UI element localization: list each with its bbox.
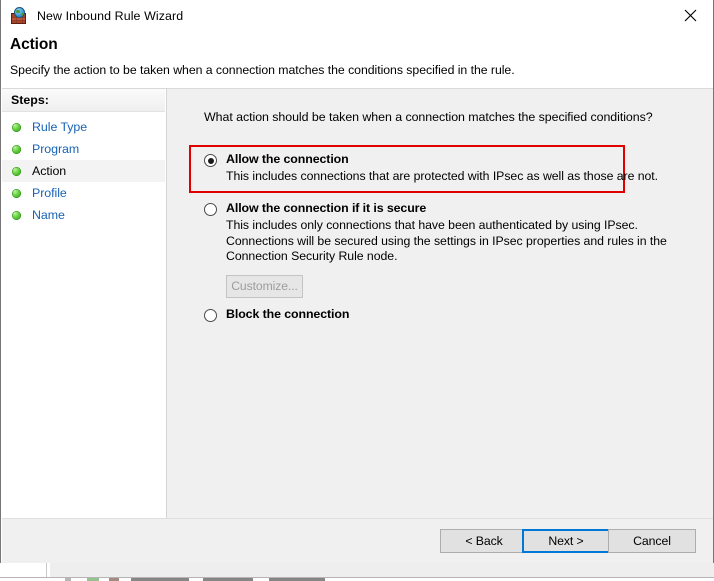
option-description: This includes connections that are prote…: [226, 169, 659, 183]
customize-button: Customize...: [226, 274, 303, 298]
radio-allow-the-connection[interactable]: [204, 154, 217, 167]
wizard-body: Steps: Rule Type Program Action Profile: [2, 89, 713, 518]
option-allow-the-connection[interactable]: Allow the connection This includes conne…: [167, 152, 713, 185]
steps-header-label: Steps:: [11, 93, 49, 107]
option-title: Block the connection: [226, 307, 350, 321]
step-bullet-icon: [12, 210, 21, 220]
option-title: Allow the connection: [226, 152, 349, 166]
page-title: Action: [10, 36, 58, 53]
step-bullet-icon: [12, 144, 21, 154]
close-icon[interactable]: [667, 0, 713, 31]
sidebar-item-label: Name: [32, 208, 65, 222]
step-bullet-icon: [12, 122, 21, 132]
page-subtitle: Specify the action to be taken when a co…: [10, 63, 515, 77]
firewall-globe-icon: [10, 6, 28, 25]
sidebar-item-label: Profile: [32, 186, 67, 200]
sidebar-item-rule-type[interactable]: Rule Type: [2, 116, 165, 138]
option-title: Allow the connection if it is secure: [226, 201, 427, 215]
wizard-footer: < Back Next > Cancel: [2, 518, 713, 563]
new-inbound-rule-wizard-window: New Inbound Rule Wizard Action Specify t…: [0, 0, 714, 581]
question-text: What action should be taken when a conne…: [204, 110, 653, 124]
option-description: This includes only connections that have…: [226, 218, 667, 263]
sidebar-item-name[interactable]: Name: [2, 204, 165, 226]
steps-header: Steps:: [2, 89, 165, 112]
sidebar-item-label: Rule Type: [32, 120, 88, 134]
cancel-button[interactable]: Cancel: [608, 529, 696, 553]
option-allow-the-connection-if-secure[interactable]: Allow the connection if it is secure Thi…: [167, 201, 713, 298]
steps-list: Rule Type Program Action Profile Name: [2, 112, 165, 226]
title-bar: New Inbound Rule Wizard: [1, 0, 713, 31]
background-window-sliver: [0, 563, 714, 581]
step-bullet-icon: [12, 166, 21, 176]
next-button[interactable]: Next >: [522, 529, 610, 553]
sidebar-item-label: Program: [32, 142, 80, 156]
window-title: New Inbound Rule Wizard: [37, 8, 184, 23]
back-button[interactable]: < Back: [440, 529, 528, 553]
step-bullet-icon: [12, 188, 21, 198]
sidebar-item-label: Action: [32, 164, 67, 178]
content-pane: What action should be taken when a conne…: [167, 89, 713, 518]
radio-block-the-connection[interactable]: [204, 309, 217, 322]
sidebar-item-program[interactable]: Program: [2, 138, 165, 160]
page-header: Action Specify the action to be taken wh…: [2, 31, 713, 89]
option-block-the-connection[interactable]: Block the connection: [167, 307, 713, 322]
steps-sidebar: Steps: Rule Type Program Action Profile: [2, 89, 166, 518]
sidebar-item-profile[interactable]: Profile: [2, 182, 165, 204]
radio-allow-the-connection-if-secure[interactable]: [204, 203, 217, 216]
sidebar-item-action[interactable]: Action: [2, 160, 165, 182]
